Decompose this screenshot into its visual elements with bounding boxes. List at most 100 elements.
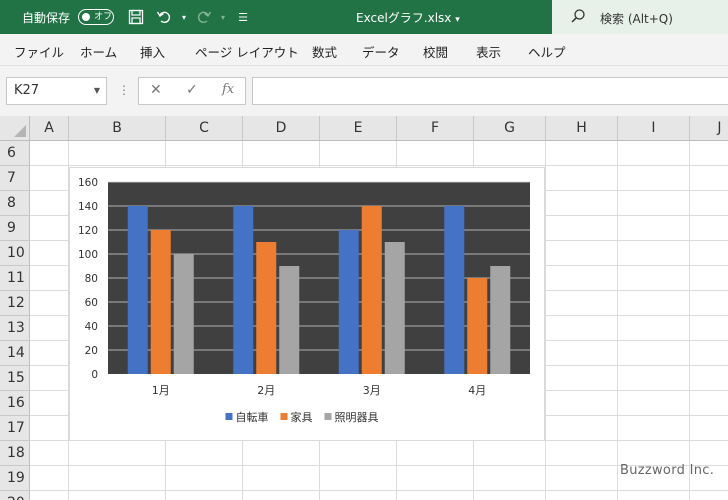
row-header-12[interactable]: 12 <box>0 291 30 316</box>
toggle-knob <box>82 13 90 21</box>
bar <box>338 230 359 374</box>
select-all-button[interactable] <box>0 116 30 141</box>
legend-swatch <box>280 413 288 420</box>
formula-bar-row: K27 ▼ ⋮ ✕ ✓ fx <box>0 66 728 116</box>
x-tick-label: 2月 <box>257 384 275 397</box>
document-title[interactable]: Excelグラフ.xlsx ▾ <box>356 9 460 26</box>
undo-dropdown-icon[interactable]: ▾ <box>175 8 193 26</box>
column-header-j[interactable]: J <box>690 116 728 141</box>
column-header-c[interactable]: C <box>166 116 243 141</box>
search-icon <box>570 8 586 24</box>
column-header-e[interactable]: E <box>320 116 397 141</box>
bar <box>444 206 465 374</box>
legend-label: 照明器具 <box>335 411 379 424</box>
x-tick-label: 4月 <box>468 384 486 397</box>
row-header-14[interactable]: 14 <box>0 341 30 366</box>
bar <box>127 206 148 374</box>
legend-swatch <box>324 413 332 420</box>
y-tick-label: 40 <box>85 321 98 333</box>
bar-chart[interactable]: 0 20 40 60 80 100 120 140 160 1月 2月 3月 4月自転車 家具 照明器具 <box>70 168 546 442</box>
autosave-label: 自動保存 <box>22 11 71 25</box>
tab-view[interactable]: 表示 <box>476 42 501 61</box>
splitter-handle-icon[interactable]: ⋮ <box>118 83 130 97</box>
gridline <box>30 490 728 491</box>
undo-icon[interactable] <box>155 8 173 26</box>
x-tick-label: 1月 <box>152 384 170 397</box>
watermark: Buzzword Inc. <box>620 463 715 478</box>
title-bar: 自動保存 オフ ▾ ▾ ☰ Excelグラフ.xlsx ▾ 検索 (Alt+Q) <box>0 0 728 34</box>
autosave-toggle[interactable]: オフ <box>78 9 114 25</box>
row-header-9[interactable]: 9 <box>0 216 30 241</box>
row-header-16[interactable]: 16 <box>0 391 30 416</box>
y-tick-label: 0 <box>91 369 98 381</box>
redo-dropdown-icon[interactable]: ▾ <box>214 8 232 26</box>
column-header-d[interactable]: D <box>243 116 320 141</box>
row-header-8[interactable]: 8 <box>0 191 30 216</box>
tab-formulas[interactable]: 数式 <box>312 42 337 61</box>
search-text: 検索 (Alt+Q) <box>600 12 673 26</box>
y-tick-label: 60 <box>85 297 98 309</box>
chart-object[interactable]: 0 20 40 60 80 100 120 140 160 1月 2月 3月 4月自転車 家具 照明器具 <box>69 167 545 441</box>
legend-swatch <box>225 413 233 420</box>
bar <box>150 230 171 374</box>
select-all-triangle-icon <box>14 125 26 137</box>
row-header-20[interactable]: 20 <box>0 491 30 500</box>
formula-input[interactable] <box>252 77 728 105</box>
y-tick-label: 80 <box>85 273 98 285</box>
row-header-13[interactable]: 13 <box>0 316 30 341</box>
filename-text: Excelグラフ.xlsx <box>356 11 452 25</box>
column-header-a[interactable]: A <box>30 116 69 141</box>
column-header-h[interactable]: H <box>546 116 618 141</box>
bar <box>490 266 511 374</box>
row-header-17[interactable]: 17 <box>0 416 30 441</box>
column-header-i[interactable]: I <box>618 116 690 141</box>
y-tick-label: 160 <box>78 177 98 189</box>
y-tick-label: 120 <box>78 225 98 237</box>
legend-label: 家具 <box>291 410 313 424</box>
insert-function-icon[interactable]: fx <box>222 82 234 97</box>
tab-review[interactable]: 校閲 <box>423 42 448 61</box>
tab-insert[interactable]: 挿入 <box>140 42 165 61</box>
row-header-18[interactable]: 18 <box>0 441 30 466</box>
y-tick-label: 100 <box>78 249 98 261</box>
bar <box>279 266 300 374</box>
name-box-dropdown-icon[interactable]: ▼ <box>94 78 100 104</box>
filename-caret-icon: ▾ <box>455 15 460 25</box>
column-header-b[interactable]: B <box>69 116 166 141</box>
y-tick-label: 20 <box>85 345 98 357</box>
column-header-g[interactable]: G <box>474 116 546 141</box>
cancel-icon[interactable]: ✕ <box>150 82 162 98</box>
bar <box>384 242 405 374</box>
autosave-state: オフ <box>94 12 113 22</box>
tab-home[interactable]: ホーム <box>80 42 117 61</box>
tab-file[interactable]: ファイル <box>14 42 64 61</box>
legend-label: 自転車 <box>236 410 269 424</box>
name-box[interactable]: K27 ▼ <box>6 77 107 105</box>
row-header-10[interactable]: 10 <box>0 241 30 266</box>
customize-toolbar-icon[interactable]: ☰ <box>234 8 252 26</box>
column-header-f[interactable]: F <box>397 116 474 141</box>
enter-icon[interactable]: ✓ <box>186 82 198 98</box>
bar <box>256 242 277 374</box>
y-tick-label: 140 <box>78 201 98 213</box>
tab-help[interactable]: ヘルプ <box>528 42 566 61</box>
search-box[interactable]: 検索 (Alt+Q) <box>552 0 728 34</box>
bar <box>233 206 254 374</box>
redo-icon[interactable] <box>195 8 213 26</box>
x-tick-label: 3月 <box>363 384 381 397</box>
save-icon[interactable] <box>127 8 145 26</box>
ribbon-tabs: ファイル ホーム 挿入 ページ レイアウト 数式 データ 校閲 表示 ヘルプ <box>0 34 728 66</box>
row-header-19[interactable]: 19 <box>0 466 30 491</box>
tab-page-layout[interactable]: ページ レイアウト <box>195 42 299 61</box>
row-header-15[interactable]: 15 <box>0 366 30 391</box>
bar <box>173 254 194 374</box>
row-header-6[interactable]: 6 <box>0 141 30 166</box>
tab-data[interactable]: データ <box>362 42 400 61</box>
gridline <box>689 141 690 500</box>
bar <box>361 206 382 374</box>
gridline <box>30 165 728 166</box>
name-box-value: K27 <box>14 83 40 98</box>
formula-buttons: ✕ ✓ fx <box>138 77 246 105</box>
row-header-11[interactable]: 11 <box>0 266 30 291</box>
row-header-7[interactable]: 7 <box>0 166 30 191</box>
